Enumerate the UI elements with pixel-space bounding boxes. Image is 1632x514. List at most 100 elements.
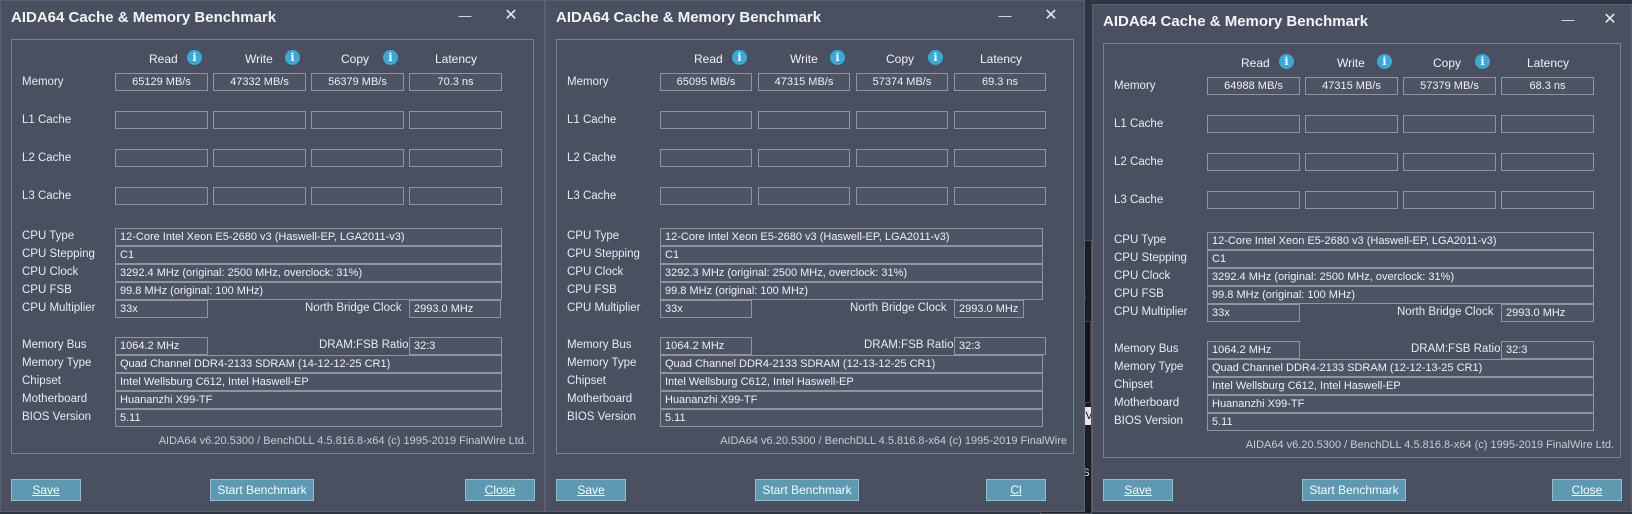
label-chipset: Chipset	[567, 375, 606, 387]
cell-l1-read	[115, 111, 208, 129]
label-cpu-fsb: CPU FSB	[1114, 288, 1164, 300]
label-cpu-type: CPU Type	[1114, 234, 1167, 246]
value-cpu-clock: 3292.3 MHz (original: 2500 MHz, overcloc…	[660, 264, 1043, 282]
save-button[interactable]: Save	[556, 479, 626, 501]
window-title: AIDA64 Cache & Memory Benchmark	[1103, 13, 1369, 30]
cell-l2-copy	[1403, 153, 1496, 171]
label-cpu-type: CPU Type	[22, 230, 75, 242]
label-cpu-multiplier: CPU Multiplier	[567, 302, 641, 314]
info-icon[interactable]: i	[187, 50, 202, 65]
row-label-l2: L2 Cache	[22, 152, 72, 164]
value-chipset: Intel Wellsburg C612, Intel Haswell-EP	[660, 373, 1043, 391]
label-memory-type: Memory Type	[567, 357, 637, 369]
info-icon[interactable]: i	[383, 50, 398, 65]
cell-l2-latency	[1501, 153, 1594, 171]
start-benchmark-button[interactable]: Start Benchmark	[1302, 479, 1406, 501]
title-bar: AIDA64 Cache & Memory Benchmark — ✕	[546, 1, 1084, 33]
cell-l2-copy	[311, 149, 404, 167]
minimize-button[interactable]: —	[1557, 9, 1579, 31]
value-cpu-multiplier: 33x	[660, 300, 752, 318]
footer-copyright: AIDA64 v6.20.5300 / BenchDLL 4.5.816.8-x…	[720, 435, 1067, 447]
results-panel: Read i Write i Copy i Latency Memory 65095 MB/s 4…	[556, 39, 1074, 454]
label-motherboard: Motherboard	[567, 393, 633, 405]
header-write: Write	[245, 52, 273, 66]
info-icon[interactable]: i	[1377, 54, 1392, 69]
value-bios: 5.11	[115, 409, 502, 427]
start-benchmark-button[interactable]: Start Benchmark	[755, 479, 859, 501]
row-label-memory: Memory	[567, 76, 609, 88]
value-memory-bus: 1064.2 MHz	[115, 337, 208, 355]
cell-memory-read: 65129 MB/s	[115, 73, 208, 91]
benchmark-window-3: AIDA64 Cache & Memory Benchmark — ✕ Read i Wr…	[1092, 4, 1632, 512]
info-icon[interactable]: i	[1279, 54, 1294, 69]
label-dram-fsb-ratio: DRAM:FSB Ratio	[864, 339, 954, 351]
save-button[interactable]: Save	[11, 479, 81, 501]
label-north-bridge-clock: North Bridge Clock	[1397, 306, 1494, 318]
close-icon: ✕	[1044, 7, 1058, 24]
value-cpu-fsb: 99.8 MHz (original: 100 MHz)	[1207, 286, 1594, 304]
info-icon[interactable]: i	[928, 50, 943, 65]
close-window-button[interactable]: ✕	[1599, 9, 1621, 31]
cell-l2-read	[660, 149, 752, 167]
save-button[interactable]: Save	[1103, 479, 1173, 501]
value-bios: 5.11	[660, 409, 1043, 427]
minimize-icon: —	[1561, 12, 1575, 27]
cell-l1-latency	[954, 111, 1046, 129]
label-memory-bus: Memory Bus	[567, 339, 632, 351]
cell-l3-copy	[1403, 191, 1496, 209]
cell-l1-read	[1207, 115, 1300, 133]
label-memory-type: Memory Type	[22, 357, 92, 369]
header-write: Write	[1337, 56, 1365, 70]
cell-l3-latency	[409, 187, 502, 205]
value-cpu-stepping: C1	[115, 246, 502, 264]
cell-l3-copy	[311, 187, 404, 205]
minimize-button[interactable]: —	[454, 5, 476, 27]
info-icon[interactable]: i	[830, 50, 845, 65]
value-cpu-type: 12-Core Intel Xeon E5-2680 v3 (Haswell-E…	[115, 228, 502, 246]
label-motherboard: Motherboard	[22, 393, 88, 405]
minimize-button[interactable]: —	[994, 5, 1016, 27]
cell-l3-read	[660, 187, 752, 205]
label-dram-fsb-ratio: DRAM:FSB Ratio	[1411, 343, 1501, 355]
label-bios: BIOS Version	[22, 411, 92, 423]
cell-l2-read	[1207, 153, 1300, 171]
row-label-l1: L1 Cache	[22, 114, 72, 126]
cell-l1-latency	[409, 111, 502, 129]
value-north-bridge-clock: 2993.0 MHz	[409, 300, 501, 318]
close-button[interactable]: Close	[1552, 479, 1622, 501]
header-read: Read	[1241, 56, 1270, 70]
minimize-icon: —	[998, 8, 1012, 23]
value-cpu-fsb: 99.8 MHz (original: 100 MHz)	[115, 282, 502, 300]
close-button[interactable]: Cl	[986, 479, 1046, 501]
row-label-l2: L2 Cache	[567, 152, 617, 164]
close-window-button[interactable]: ✕	[1040, 5, 1062, 27]
close-window-button[interactable]: ✕	[500, 5, 522, 27]
value-chipset: Intel Wellsburg C612, Intel Haswell-EP	[1207, 377, 1594, 395]
info-icon[interactable]: i	[285, 50, 300, 65]
info-icon[interactable]: i	[732, 50, 747, 65]
cell-l2-write	[1305, 153, 1398, 171]
results-panel: Read i Write i Copy i Latency Memory 65129 MB/s 4…	[11, 39, 534, 454]
label-bios: BIOS Version	[567, 411, 637, 423]
cell-l2-write	[213, 149, 306, 167]
cell-l2-read	[115, 149, 208, 167]
start-benchmark-button[interactable]: Start Benchmark	[210, 479, 314, 501]
value-dram-fsb-ratio: 32:3	[954, 337, 1046, 355]
cell-l2-write	[758, 149, 850, 167]
cell-memory-copy: 57374 MB/s	[856, 73, 948, 91]
value-motherboard: Huananzhi X99-TF	[660, 391, 1043, 409]
close-button-label: Close	[1571, 483, 1603, 497]
cell-l3-read	[1207, 191, 1300, 209]
close-button[interactable]: Close	[465, 479, 535, 501]
title-bar: AIDA64 Cache & Memory Benchmark — ✕	[1093, 5, 1631, 37]
cell-memory-latency: 69.3 ns	[954, 73, 1046, 91]
header-write: Write	[790, 52, 818, 66]
value-memory-type: Quad Channel DDR4-2133 SDRAM (12-13-12-2…	[660, 355, 1043, 373]
cell-memory-latency: 68.3 ns	[1501, 77, 1594, 95]
label-memory-type: Memory Type	[1114, 361, 1184, 373]
value-dram-fsb-ratio: 32:3	[1501, 341, 1594, 359]
value-cpu-type: 12-Core Intel Xeon E5-2680 v3 (Haswell-E…	[660, 228, 1043, 246]
info-icon[interactable]: i	[1475, 54, 1490, 69]
cell-l1-copy	[1403, 115, 1496, 133]
cell-memory-read: 64988 MB/s	[1207, 77, 1300, 95]
